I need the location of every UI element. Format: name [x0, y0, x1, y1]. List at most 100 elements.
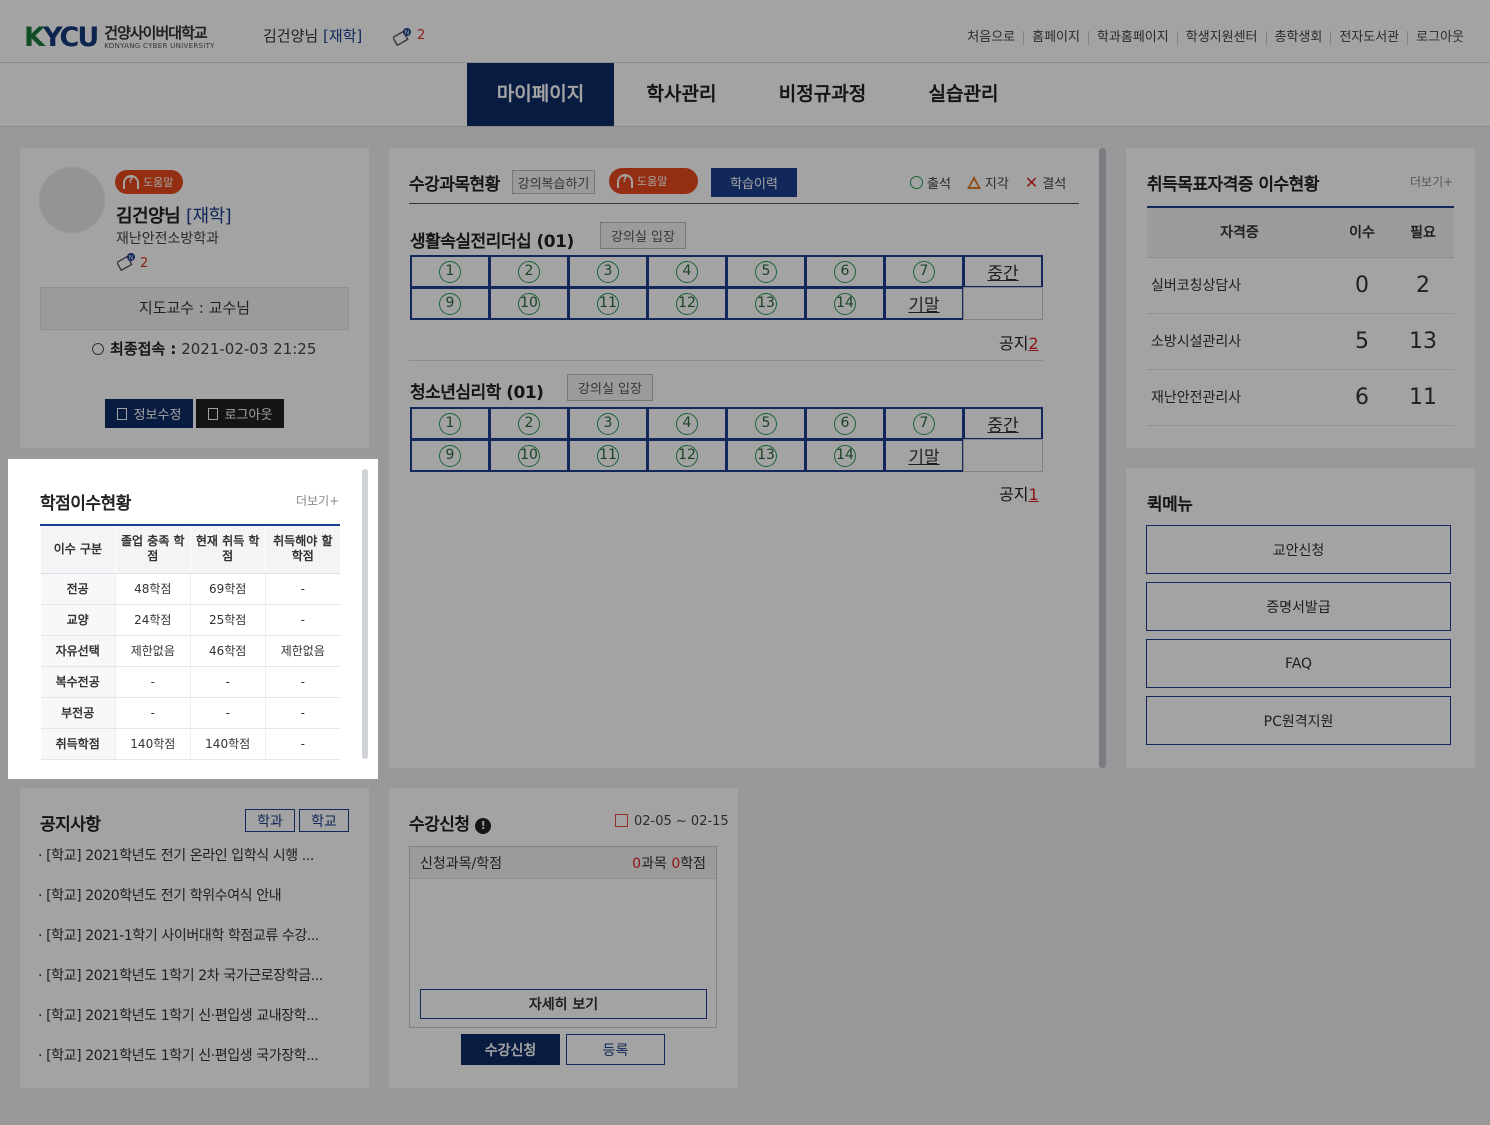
course-help-button[interactable]: 도움말	[609, 168, 698, 194]
notice-tab-dept[interactable]: 학과	[245, 809, 295, 832]
topnav-link[interactable]: 학생지원센터	[1176, 31, 1266, 45]
quick-certificate-issue[interactable]: 증명서발급	[1146, 582, 1451, 631]
course-notice-count[interactable]: 공지1	[999, 481, 1039, 505]
week-cell[interactable]: 3	[568, 255, 648, 288]
week-cell[interactable]: 10	[489, 287, 569, 320]
gnb-tab-mypage[interactable]: 마이페이지	[467, 63, 614, 126]
week-cell[interactable]: 5	[726, 255, 806, 288]
gnb-tab-academic[interactable]: 학사관리	[614, 63, 749, 126]
certificate-title: 취득목표자격증 이수현황	[1147, 175, 1319, 195]
week-cell[interactable]: 14	[805, 287, 885, 320]
topnav-link[interactable]: 총학생회	[1265, 31, 1331, 45]
week-cell[interactable]: 14	[805, 439, 885, 472]
week-cell[interactable]: 2	[489, 407, 569, 440]
info-icon[interactable]: !	[474, 818, 491, 834]
week-cell[interactable]: 6	[805, 407, 885, 440]
header-message-count[interactable]: 2	[417, 28, 425, 43]
week-cell[interactable]: 12	[647, 439, 727, 472]
final-cell[interactable]: 기말	[884, 287, 964, 320]
week-cell[interactable]: 3	[568, 407, 648, 440]
week-cell[interactable]: 13	[726, 439, 806, 472]
course-notice-count[interactable]: 공지2	[999, 330, 1039, 354]
credit-more-link[interactable]: 더보기+	[296, 492, 339, 509]
view-detail-button[interactable]: 자세히 보기	[420, 989, 707, 1019]
topnav-link[interactable]: 홈페이지	[1023, 31, 1088, 45]
week-cell[interactable]: 11	[568, 287, 648, 320]
main-navigation: 마이페이지 학사관리 비정규과정 실습관리	[0, 63, 1490, 127]
week-cell[interactable]: 7	[884, 255, 964, 288]
list-item[interactable]: · [학교] 2020학년도 전기 학위수여식 안내	[38, 885, 350, 925]
midterm-cell[interactable]: 중간	[963, 255, 1043, 288]
header-user: 김건양님 [재학]	[263, 25, 362, 46]
lock-icon	[207, 407, 218, 420]
gnb-tab-practicum[interactable]: 실습관리	[896, 63, 1031, 126]
final-cell[interactable]: 기말	[884, 439, 964, 472]
table-row: 자유선택 제한없음 46학점 제한없음	[40, 635, 340, 667]
week-cell[interactable]: 9	[410, 439, 490, 472]
message-icon[interactable]: N	[393, 28, 413, 46]
week-cell[interactable]: 5	[726, 407, 806, 440]
lecture-review-button[interactable]: 강의복습하기	[512, 170, 595, 194]
table-row: 취득학점 140학점 140학점 -	[40, 728, 340, 760]
table-row: 교양 24학점 25학점 -	[40, 604, 340, 636]
cert-header: 자격증	[1147, 206, 1332, 258]
message-icon[interactable]: N	[117, 253, 137, 271]
list-item[interactable]: · [학교] 2021학년도 1학기 신·편입생 교내장학...	[38, 1005, 350, 1045]
topnav-link[interactable]: 처음으로	[959, 31, 1023, 45]
credit-panel-scrollbar[interactable]	[362, 469, 368, 759]
learning-history-button[interactable]: 학습이력	[711, 168, 797, 197]
course-name[interactable]: 생활속실전리더십 (01)	[410, 227, 574, 252]
week-cell[interactable]: 2	[489, 255, 569, 288]
late-icon	[966, 176, 981, 189]
week-cell[interactable]: 10	[489, 439, 569, 472]
topnav-logout[interactable]: 로그아웃	[1407, 31, 1472, 45]
topnav-link[interactable]: 학과홈페이지	[1087, 31, 1177, 45]
quick-remote-support[interactable]: PC원격지원	[1146, 696, 1451, 745]
topnav-link[interactable]: 전자도서관	[1330, 31, 1407, 45]
cert-header: 필요	[1392, 206, 1454, 258]
profile-help-button[interactable]: 도움말	[115, 170, 184, 194]
week-cell[interactable]: 1	[410, 255, 490, 288]
list-item[interactable]: · [학교] 2021학년도 1학기 신·편입생 국가장학...	[38, 1045, 350, 1085]
document-icon	[116, 407, 127, 420]
enter-classroom-button[interactable]: 강의실 입장	[567, 374, 653, 401]
week-cell[interactable]: 13	[726, 287, 806, 320]
gnb-tab-nondegree[interactable]: 비정규과정	[755, 63, 890, 126]
week-cell[interactable]: 1	[410, 407, 490, 440]
divider	[409, 203, 1079, 204]
credit-header: 졸업 충족 학점	[114, 524, 191, 574]
week-cell[interactable]: 4	[647, 255, 727, 288]
week-cell[interactable]: 11	[568, 439, 648, 472]
week-cell[interactable]: 6	[805, 255, 885, 288]
table-row: 전공 48학점 69학점 -	[40, 573, 340, 605]
logo-mark: KYCU	[24, 22, 99, 53]
credit-header: 이수 구분	[40, 524, 116, 574]
profile-message-count[interactable]: 2	[140, 256, 148, 271]
last-login: 최종접속 : 2021-02-03 21:25	[92, 338, 316, 359]
course-panel-scrollbar[interactable]	[1099, 148, 1106, 768]
list-item[interactable]: · [학교] 2021학년도 1학기 2차 국가근로장학금...	[38, 965, 350, 1005]
course-status-title: 수강과목현황	[409, 175, 500, 195]
register-button[interactable]: 등록	[566, 1034, 665, 1065]
list-item[interactable]: · [학교] 2021학년도 전기 온라인 입학식 시행 ...	[38, 845, 350, 885]
quick-menu-title: 퀵메뉴	[1147, 495, 1193, 515]
edit-info-button[interactable]: 정보수정	[105, 399, 193, 428]
course-name[interactable]: 청소년심리학 (01)	[410, 378, 544, 403]
svg-text:N: N	[129, 255, 134, 262]
notice-tab-school[interactable]: 학교	[299, 809, 349, 832]
avatar	[39, 167, 105, 233]
apply-course-button[interactable]: 수강신청	[461, 1034, 560, 1065]
week-cell[interactable]: 4	[647, 407, 727, 440]
midterm-cell[interactable]: 중간	[963, 407, 1043, 440]
logout-button[interactable]: 로그아웃	[196, 399, 284, 428]
enter-classroom-button[interactable]: 강의실 입장	[600, 222, 686, 249]
week-cell[interactable]: 9	[410, 287, 490, 320]
quick-material-request[interactable]: 교안신청	[1146, 525, 1451, 574]
list-item[interactable]: · [학교] 2021-1학기 사이버대학 학점교류 수강...	[38, 925, 350, 965]
logo[interactable]: KYCU 건양사이버대학교 KONYANG CYBER UNIVERSITY	[24, 22, 215, 53]
table-row: 실버코칭상담사 0 2	[1147, 257, 1454, 314]
quick-faq[interactable]: FAQ	[1146, 639, 1451, 688]
week-cell[interactable]: 7	[884, 407, 964, 440]
week-cell[interactable]: 12	[647, 287, 727, 320]
certificate-more-link[interactable]: 더보기+	[1410, 173, 1453, 190]
